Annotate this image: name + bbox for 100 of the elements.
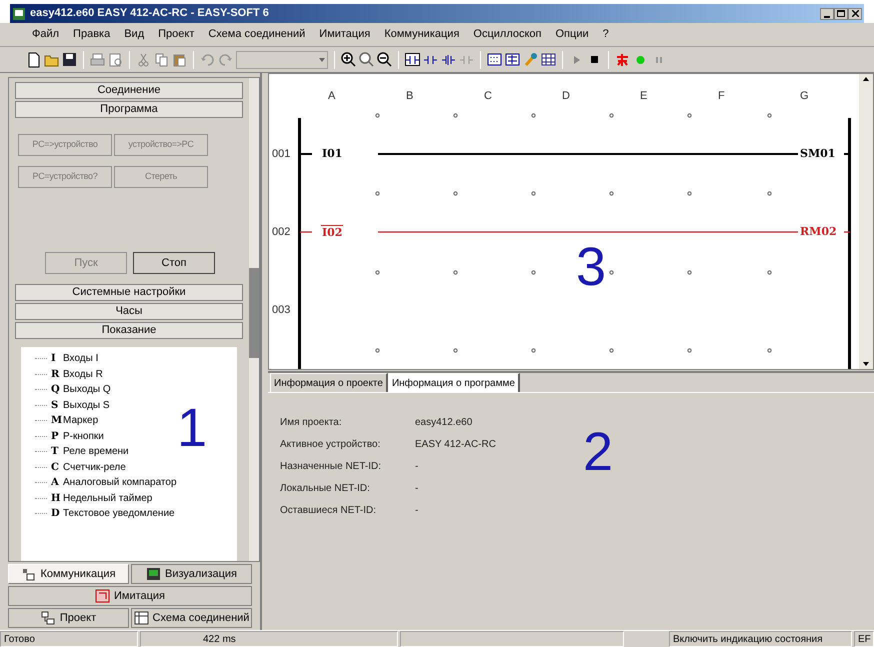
row-label: 002 — [272, 225, 290, 240]
annotation-number: 2 — [583, 425, 614, 479]
grid-dot — [766, 190, 772, 196]
coil-label: RM02 — [800, 225, 837, 238]
scissors-icon[interactable] — [136, 52, 151, 68]
zoom-icon[interactable] — [359, 52, 374, 68]
tree-item[interactable]: H Недельный таймер — [35, 490, 237, 506]
grid-dot — [530, 112, 536, 118]
field-label: Имя проекта: — [280, 416, 343, 430]
grid-dot — [530, 348, 536, 352]
field-value: - — [415, 482, 418, 496]
section-header[interactable]: Системные настройки — [15, 284, 243, 301]
column-label: C — [484, 89, 492, 104]
column-label: F — [718, 89, 725, 104]
menu-item[interactable]: Схема соединений — [206, 26, 308, 43]
table-icon — [134, 611, 149, 625]
grid-dot — [452, 112, 458, 118]
grid-dot — [686, 270, 692, 274]
tree-item[interactable]: D Текстовое уведомление — [35, 506, 237, 522]
menu-item[interactable]: Осциллоскоп — [471, 26, 544, 43]
grid-dot — [608, 348, 614, 352]
grid-dot — [686, 348, 692, 352]
field-value: easy412.e60 — [415, 416, 472, 430]
field-value: EASY 412-AC-RC — [415, 438, 496, 452]
contact-label: I02 — [321, 225, 344, 239]
annotation-number: 3 — [576, 240, 606, 294]
grid-icon[interactable] — [505, 52, 520, 68]
menu-item[interactable]: Вид — [122, 26, 146, 43]
section-header[interactable]: Программа — [15, 101, 243, 118]
maximize-button[interactable] — [834, 8, 848, 20]
print-preview-icon[interactable] — [108, 52, 123, 68]
menu-item[interactable]: Проект — [156, 26, 196, 43]
grid-dot — [452, 348, 458, 352]
section-header[interactable]: Показание — [15, 322, 243, 339]
menu-item[interactable]: Коммуникация — [382, 26, 462, 43]
view-tab[interactable]: Визуализация — [131, 564, 252, 584]
menu-item[interactable]: Файл — [30, 26, 62, 43]
field-label: Назначенные NET-ID: — [280, 460, 382, 474]
grid-dot — [686, 112, 692, 118]
status-text: 422 ms — [140, 631, 398, 647]
tree-item[interactable]: I Входы I — [35, 351, 237, 366]
table-icon[interactable] — [541, 52, 556, 68]
view-tab[interactable]: Схема соединений — [131, 608, 252, 628]
close-button[interactable] — [848, 8, 862, 20]
coil-label: SM01 — [800, 147, 836, 160]
field-label: Локальные NET-ID: — [280, 482, 371, 496]
zoom-in-icon[interactable] — [341, 52, 356, 68]
section-header[interactable]: Соединение — [15, 82, 243, 99]
scrollbar[interactable] — [859, 74, 873, 369]
info-tab[interactable]: Информация о проекте — [270, 373, 388, 392]
field-value: - — [415, 460, 418, 474]
command-button[interactable]: Стоп — [133, 252, 215, 274]
column-label: E — [640, 89, 648, 104]
zoom-out-icon[interactable] — [377, 52, 392, 68]
tree-item[interactable]: Q Выходы Q — [35, 382, 237, 398]
column-label: G — [800, 89, 809, 104]
scrollbar[interactable] — [249, 78, 259, 561]
tree-item[interactable]: C Счетчик-реле — [35, 460, 237, 475]
network-icon — [21, 567, 36, 581]
maximize-icon — [837, 10, 845, 17]
new-file-icon[interactable] — [26, 52, 41, 68]
row-label: 003 — [272, 303, 290, 318]
tree-item[interactable]: A Аналоговый компаратор — [35, 475, 237, 490]
column-label: A — [328, 89, 336, 104]
clipboard-icon[interactable] — [172, 52, 187, 68]
monitor-icon — [146, 567, 161, 581]
menu-item[interactable]: Правка — [71, 26, 112, 43]
grid-dot — [766, 112, 772, 118]
grid-icon[interactable] — [487, 52, 502, 68]
minimize-button[interactable] — [820, 8, 834, 20]
status-text: Готово — [0, 631, 138, 647]
view-tab[interactable]: Проект — [8, 608, 129, 628]
section-header[interactable]: Часы — [15, 303, 243, 320]
close-icon — [852, 10, 858, 17]
grid-dot — [530, 270, 536, 274]
copy-icon[interactable] — [154, 52, 169, 68]
column-label: B — [406, 89, 414, 104]
printer-icon[interactable] — [90, 52, 105, 68]
grid-dot — [452, 270, 458, 274]
view-tab[interactable]: Имитация — [8, 586, 252, 606]
status-text: Включить индикацию состояния — [669, 631, 852, 647]
field-label: Активное устройство: — [280, 438, 382, 452]
grid-dot — [766, 348, 772, 352]
menu-item[interactable]: Имитация — [317, 26, 372, 43]
grid-dot — [374, 270, 380, 274]
field-label: Оставшиеся NET-ID: — [280, 504, 378, 518]
menu-item[interactable]: ? — [600, 26, 611, 43]
info-tab[interactable]: Информация о программе — [388, 373, 520, 392]
menu-item[interactable]: Опции — [554, 26, 591, 43]
field-value: - — [415, 504, 418, 518]
view-tab[interactable]: Коммуникация — [8, 564, 129, 584]
grid-dot — [608, 112, 614, 118]
minimize-icon — [824, 16, 830, 18]
tree-item[interactable]: R Входы R — [35, 366, 237, 382]
scroll-thumb[interactable] — [249, 268, 259, 358]
grid-dot — [686, 190, 692, 196]
app-icon — [12, 6, 26, 20]
contact-icon[interactable] — [405, 52, 420, 68]
contact-label: I01 — [321, 147, 344, 160]
row-label: 001 — [272, 147, 290, 162]
